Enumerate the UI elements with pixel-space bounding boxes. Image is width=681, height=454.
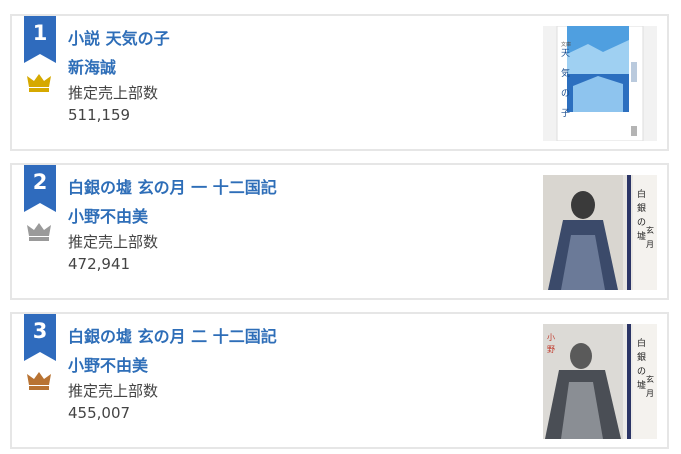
rank-badge: 3 xyxy=(24,314,56,361)
book-cover-hakugin-1[interactable]: 白 銀 の 墟 玄 月 xyxy=(543,175,657,290)
sales-value: 455,007 xyxy=(68,404,131,422)
svg-text:銀: 銀 xyxy=(637,351,646,363)
svg-text:気: 気 xyxy=(561,67,570,79)
svg-text:の: の xyxy=(637,218,646,228)
svg-text:天: 天 xyxy=(561,49,570,59)
ranking-card-3: 3 白銀の墟 玄の月 二 十二国記 小野不由美 推定売上部数 455,007 小… xyxy=(10,312,669,449)
svg-text:野: 野 xyxy=(547,345,555,354)
svg-text:月: 月 xyxy=(646,389,654,398)
book-cover-hakugin-2[interactable]: 小 野 白 銀 の 墟 玄 月 xyxy=(543,324,657,439)
svg-text:白: 白 xyxy=(637,188,646,200)
author-link[interactable]: 新海誠 xyxy=(68,54,116,78)
sales-label: 推定売上部数 xyxy=(68,382,159,400)
svg-text:文庫: 文庫 xyxy=(561,41,571,48)
svg-text:月: 月 xyxy=(646,240,654,249)
silver-crown-icon xyxy=(27,223,51,241)
svg-text:の: の xyxy=(637,367,646,377)
gold-crown-icon xyxy=(27,74,51,92)
rank-badge: 1 xyxy=(24,16,56,63)
ranking-card-2: 2 白銀の墟 玄の月 一 十二国記 小野不由美 推定売上部数 472,941 白… xyxy=(10,163,669,300)
svg-text:の: の xyxy=(561,89,570,99)
svg-text:白: 白 xyxy=(637,337,646,349)
bronze-crown-icon xyxy=(27,372,51,390)
svg-text:小: 小 xyxy=(547,333,555,342)
rank-number: 1 xyxy=(32,21,48,45)
author-link[interactable]: 小野不由美 xyxy=(68,203,148,227)
sales-value: 511,159 xyxy=(68,106,131,124)
book-title-link[interactable]: 白銀の墟 玄の月 一 十二国記 xyxy=(68,174,277,198)
book-title-link[interactable]: 白銀の墟 玄の月 二 十二国記 xyxy=(68,323,277,347)
sales-label: 推定売上部数 xyxy=(68,233,159,251)
sales-value: 472,941 xyxy=(68,255,131,273)
rank-number: 2 xyxy=(32,170,48,194)
sales-label: 推定売上部数 xyxy=(68,84,159,102)
book-cover-tenki-no-ko[interactable]: 文庫 天 気 の 子 xyxy=(543,26,657,141)
svg-text:銀: 銀 xyxy=(637,202,646,214)
svg-text:墟: 墟 xyxy=(637,230,646,242)
book-title-link[interactable]: 小説 天気の子 xyxy=(68,25,170,49)
rank-badge: 2 xyxy=(24,165,56,212)
svg-text:子: 子 xyxy=(561,108,570,119)
author-link[interactable]: 小野不由美 xyxy=(68,352,148,376)
svg-text:玄: 玄 xyxy=(646,374,654,384)
rank-number: 3 xyxy=(32,319,48,343)
svg-text:墟: 墟 xyxy=(637,379,646,391)
svg-text:玄: 玄 xyxy=(646,225,654,235)
ranking-card-1: 1 小説 天気の子 新海誠 推定売上部数 511,159 文庫 天 気 の 子 xyxy=(10,14,669,151)
